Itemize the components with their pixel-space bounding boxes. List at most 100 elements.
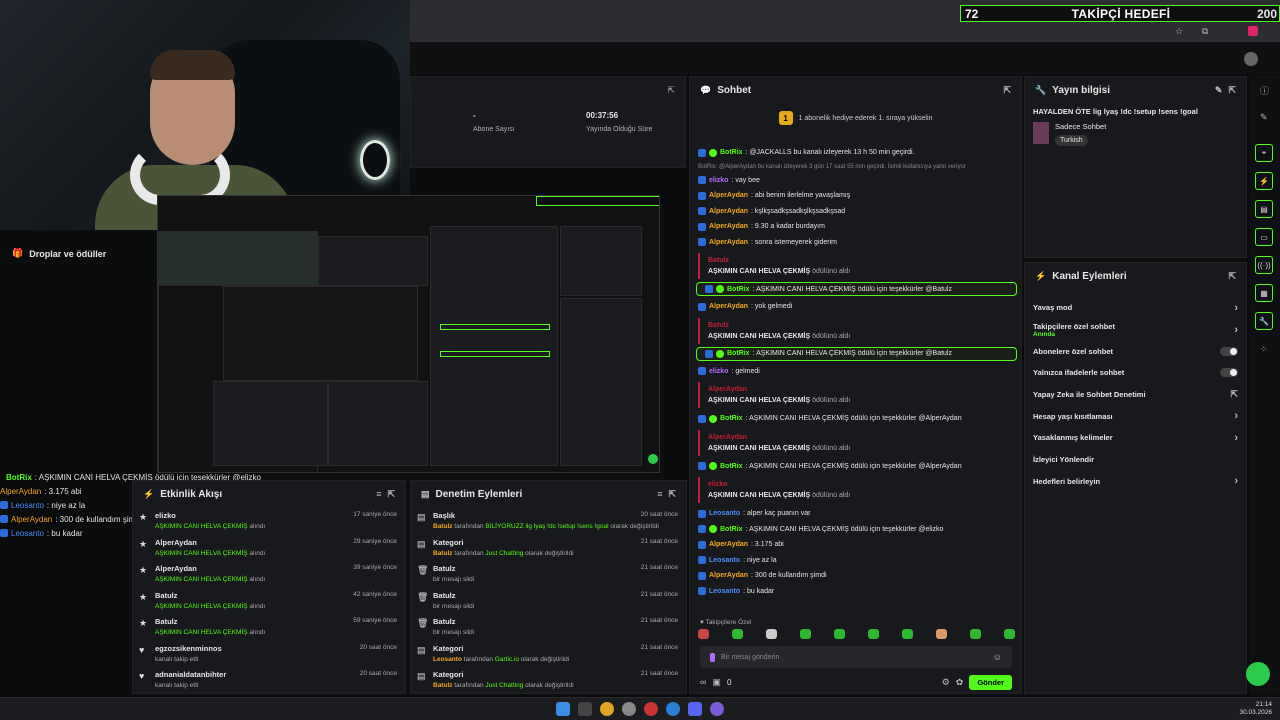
- discord-icon[interactable]: [688, 702, 702, 716]
- mod-action-row[interactable]: 🗑 Batulz bir mesajı sildi 21 saat önce: [411, 613, 686, 640]
- chat-username[interactable]: BotRix: [727, 350, 750, 357]
- filter-icon[interactable]: ≡: [376, 489, 381, 499]
- chat-username[interactable]: BotRix: [720, 415, 743, 422]
- moderation-tool-icon[interactable]: ⌖: [1255, 144, 1273, 162]
- chat-message[interactable]: AlperAydan: yok gelmedi: [690, 299, 1023, 315]
- opera-icon[interactable]: [644, 702, 658, 716]
- pinned-gift-banner[interactable]: 1 1 abonelik hediye ederek 1. sıraya yük…: [690, 103, 1021, 133]
- filter-icon[interactable]: ≡: [657, 489, 662, 499]
- mod-action-row[interactable]: ▤ Kategori Batulz tarafından Just Chatting…: [411, 666, 686, 693]
- avatar[interactable]: [1244, 52, 1258, 66]
- activity-row[interactable]: ♥ adnanialdatanbihter kanalı takip etti 20 …: [133, 666, 405, 693]
- chat-username[interactable]: elizko: [709, 177, 728, 184]
- chat-username[interactable]: Leosanto: [709, 588, 740, 595]
- chat-username[interactable]: AlperAydan: [709, 208, 748, 215]
- channel-action-item[interactable]: Hesap yaşı kısıtlaması ›: [1025, 405, 1246, 427]
- chat-username[interactable]: AlperAydan: [709, 223, 748, 230]
- channel-action-item[interactable]: Yalnızca ifadelerle sohbet: [1025, 362, 1246, 384]
- chat-message[interactable]: BotRix: AŞKIMIN CANI HELVA ÇEKMİŞ ödülü …: [690, 411, 1023, 427]
- popout-icon[interactable]: ⇱: [668, 489, 676, 500]
- chat-username[interactable]: AlperAydan: [709, 572, 748, 579]
- chat-username[interactable]: AlperAydan: [709, 239, 748, 246]
- mod-action-row[interactable]: 🗑 Batulz bir mesajı sildi 21 saat önce: [411, 587, 686, 614]
- chat-message[interactable]: BotRix: AŞKIMIN CANI HELVA ÇEKMİŞ ödülü …: [696, 282, 1017, 296]
- chat-message[interactable]: AlperAydan: kşlkşsadkşsadkşlkşsadkşsad: [690, 204, 1023, 220]
- app-icon[interactable]: [622, 702, 636, 716]
- channel-action-item[interactable]: Yavaş mod ›: [1025, 297, 1246, 319]
- emote-picker-icon[interactable]: ✿: [956, 677, 964, 688]
- chat-username[interactable]: AlperAydan: [709, 303, 748, 310]
- channel-action-item[interactable]: Hedefleri belirleyin ›: [1025, 471, 1246, 493]
- channel-action-item[interactable]: İzleyici Yönlendir: [1025, 449, 1246, 471]
- mod-action-row[interactable]: 🗑 Batulz bir mesajı sildi 21 saat önce: [411, 560, 686, 587]
- profile-icon[interactable]: [1248, 26, 1258, 36]
- reward-redeem[interactable]: Batulz AŞKIMIN CANI HELVA ÇEKMİŞ ödülünü …: [698, 317, 1023, 344]
- sidebar-item-drops[interactable]: 🎁 Droplar ve ödüller: [12, 248, 106, 259]
- chat-username[interactable]: elizko: [709, 368, 728, 375]
- tag-chip[interactable]: Turkish: [1055, 135, 1088, 146]
- popout-icon[interactable]: ⇱: [667, 85, 675, 96]
- system-clock[interactable]: 21:14 30.03.2026: [1239, 701, 1272, 717]
- mod-action-row[interactable]: ▤ Kategori Leosanto tarafından Gartic.io o…: [411, 640, 686, 667]
- channel-action-item[interactable]: Yasaklanmış kelimeler ›: [1025, 427, 1246, 449]
- channel-action-item[interactable]: Yapay Zeka ile Sohbet Denetimi ⇱: [1025, 384, 1246, 406]
- points-icon[interactable]: ∞: [700, 677, 706, 687]
- popout-icon[interactable]: ⇱: [387, 489, 395, 500]
- chat-username[interactable]: BotRix: [720, 526, 743, 533]
- chrome-icon[interactable]: [600, 702, 614, 716]
- chat-message[interactable]: Leosanto: bu kadar: [690, 584, 1023, 600]
- category-thumbnail[interactable]: [1033, 122, 1049, 144]
- add-widget-icon[interactable]: ⁘: [1260, 344, 1268, 355]
- layout-tool-icon[interactable]: ▦: [1255, 284, 1273, 302]
- chat-message[interactable]: BotRix: @JACKALLS bu kanalı izleyerek 13…: [690, 145, 1023, 161]
- mod-action-row[interactable]: ▤ Kategori Batulz tarafından Just Chatting…: [411, 534, 686, 561]
- chat-message[interactable]: AlperAydan: 3.175 abi: [690, 537, 1023, 553]
- toggle-switch[interactable]: [1220, 368, 1238, 378]
- popout-icon[interactable]: ⇱: [1003, 85, 1011, 96]
- chat-message[interactable]: AlperAydan: 9.30 a kadar burdayım: [690, 219, 1023, 235]
- wrench-tool-icon[interactable]: 🔧: [1255, 312, 1273, 330]
- popout-icon[interactable]: ⇱: [1228, 271, 1236, 282]
- chat-input[interactable]: Bir mesaj gönderin ☺: [700, 646, 1012, 668]
- gear-icon[interactable]: ⚙: [942, 677, 950, 688]
- mod-action-row[interactable]: ▤ Başlık Batulz tarafından BİLİYORUZZ lig …: [411, 507, 686, 534]
- emoji-icon[interactable]: ☺: [993, 652, 1002, 662]
- chat-username[interactable]: AlperAydan: [709, 192, 748, 199]
- document-tool-icon[interactable]: ▤: [1255, 200, 1273, 218]
- activity-row[interactable]: ★ Batulz AŞKIMIN CANI HELVA ÇEKMİŞ alındı 4…: [133, 587, 405, 614]
- bolt-tool-icon[interactable]: ⚡: [1255, 172, 1273, 190]
- chat-message[interactable]: Leosanto: alper kaç puanın var: [690, 506, 1023, 522]
- chat-message[interactable]: BotRix: AŞKIMIN CANI HELVA ÇEKMİŞ ödülü …: [690, 522, 1023, 538]
- activity-row[interactable]: ★ AlperAydan AŞKIMIN CANI HELVA ÇEKMİŞ alı…: [133, 534, 405, 561]
- obs-icon[interactable]: [710, 702, 724, 716]
- chat-message[interactable]: AlperAydan: abi benim ilerlelme yavaşlam…: [690, 188, 1023, 204]
- start-icon[interactable]: [556, 702, 570, 716]
- activity-row[interactable]: ★ AlperAydan AŞKIMIN CANI HELVA ÇEKMİŞ alı…: [133, 560, 405, 587]
- send-button[interactable]: Gönder: [969, 674, 1012, 690]
- star-icon[interactable]: ☆: [1175, 26, 1183, 37]
- edit-icon[interactable]: ✎: [1260, 112, 1268, 123]
- chat-username[interactable]: AlperAydan: [709, 541, 748, 548]
- activity-row[interactable]: ★ Batulz AŞKIMIN CANI HELVA ÇEKMİŞ alındı 5…: [133, 613, 405, 640]
- activity-row[interactable]: ♥ egzozsikenminnos kanalı takip etti 20 saa…: [133, 640, 405, 667]
- chat-message[interactable]: elizko: gelmedi: [690, 364, 1023, 380]
- help-fab-button[interactable]: [1246, 662, 1270, 686]
- chat-username[interactable]: BotRix: [720, 149, 743, 156]
- channel-action-item[interactable]: Abonelere özel sohbet: [1025, 340, 1246, 362]
- gift-icon[interactable]: ▣: [712, 677, 721, 688]
- emote-bar[interactable]: [698, 629, 1015, 639]
- chat-username[interactable]: Leosanto: [709, 510, 740, 517]
- chat-message[interactable]: AlperAydan: sonra istemeyerek giderim: [690, 235, 1023, 251]
- chat-message[interactable]: BotRix: AŞKIMIN CANI HELVA ÇEKMİŞ ödülü …: [690, 459, 1023, 475]
- reply-context[interactable]: BotRix: @AlperAydan bu kanalı izleyerek …: [690, 161, 1023, 173]
- chat-username[interactable]: BotRix: [727, 286, 750, 293]
- extensions-icon[interactable]: ⧉: [1202, 26, 1208, 37]
- category-name[interactable]: Sadece Sohbet: [1055, 122, 1106, 131]
- reward-redeem[interactable]: elizko AŞKIMIN CANI HELVA ÇEKMİŞ ödülünü …: [698, 477, 1023, 503]
- edit-icon[interactable]: ✎: [1215, 85, 1223, 96]
- info-icon[interactable]: ⓘ: [1260, 84, 1269, 97]
- chat-message[interactable]: Leosanto: niye az la: [690, 553, 1023, 569]
- chat-username[interactable]: BotRix: [720, 463, 743, 470]
- chat-tool-icon[interactable]: ▭: [1255, 228, 1273, 246]
- reward-redeem[interactable]: AlperAydan AŞKIMIN CANI HELVA ÇEKMİŞ ödül…: [698, 429, 1023, 456]
